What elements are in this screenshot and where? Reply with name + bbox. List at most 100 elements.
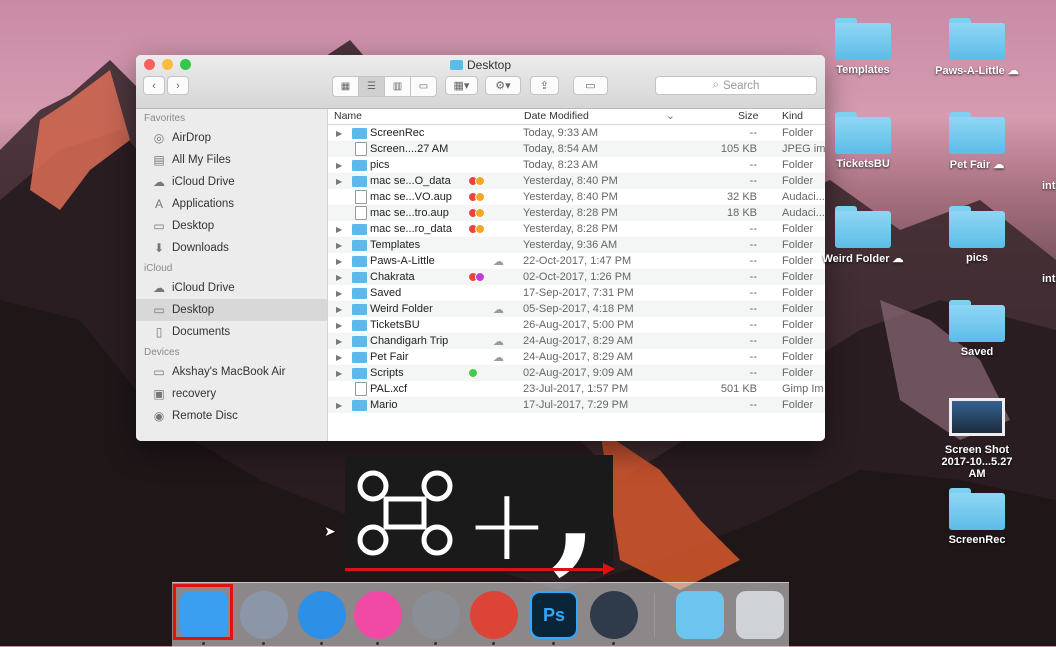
- desktop-item[interactable]: Weird Folder ☁: [818, 206, 908, 265]
- sidebar-item-label: recovery: [172, 388, 217, 400]
- safari-icon[interactable]: [298, 591, 346, 639]
- list-view-icon[interactable]: ☰: [359, 77, 385, 96]
- folder-icon: [352, 127, 367, 139]
- view-mode-control[interactable]: ▦ ☰ ▥ ▭: [332, 76, 437, 97]
- desktop-item[interactable]: TicketsBU: [818, 112, 908, 170]
- desktop-item[interactable]: Screen Shot 2017-10...5.27 AM: [932, 398, 1022, 480]
- disclosure-triangle-icon[interactable]: ▶: [336, 273, 342, 282]
- disclosure-triangle-icon[interactable]: ▶: [336, 353, 342, 362]
- trash-icon[interactable]: [736, 591, 784, 639]
- file-icon: [355, 142, 367, 156]
- disclosure-triangle-icon[interactable]: ▶: [336, 257, 342, 266]
- disclosure-triangle-icon[interactable]: ▶: [336, 129, 342, 138]
- disclosure-triangle-icon[interactable]: ▶: [336, 369, 342, 378]
- disclosure-triangle-icon[interactable]: ▶: [336, 241, 342, 250]
- disclosure-triangle-icon[interactable]: ▶: [336, 305, 342, 314]
- share-button[interactable]: ⇪: [530, 76, 559, 95]
- cloud-download-icon[interactable]: ☁: [493, 335, 504, 348]
- disclosure-triangle-icon[interactable]: ▶: [336, 161, 342, 170]
- file-row[interactable]: ▶ mac se...ro_data Yesterday, 8:28 PM -- Fol…: [328, 221, 825, 237]
- photoshop-icon[interactable]: Ps: [530, 591, 578, 639]
- desktop-item[interactable]: Templates: [818, 18, 908, 76]
- tag-dot-icon: [475, 176, 485, 186]
- cloud-download-icon[interactable]: ☁: [493, 255, 504, 268]
- sidebar-item[interactable]: ▣ recovery: [136, 383, 327, 405]
- coverflow-view-icon[interactable]: ▭: [411, 77, 436, 96]
- action-button[interactable]: ⚙▾: [485, 76, 521, 95]
- sidebar-item[interactable]: ▭ Akshay's MacBook Air: [136, 361, 327, 383]
- sidebar-item[interactable]: ▭ Desktop: [136, 299, 327, 321]
- system-preferences-icon[interactable]: [412, 591, 460, 639]
- file-row[interactable]: ▶ Saved 17-Sep-2017, 7:31 PM -- Folder: [328, 285, 825, 301]
- file-row[interactable]: mac se...tro.aup Yesterday, 8:28 PM 18 KB A…: [328, 205, 825, 221]
- sidebar-item[interactable]: ▯ Documents: [136, 321, 327, 343]
- file-row[interactable]: ▶ pics Today, 8:23 AM -- Folder: [328, 157, 825, 173]
- desktop-item-label: Screen Shot 2017-10...5.27 AM: [932, 444, 1022, 480]
- sidebar-item[interactable]: ◎ AirDrop: [136, 127, 327, 149]
- folder-icon: [835, 18, 891, 60]
- date-column-header[interactable]: Date Modified: [524, 110, 589, 122]
- disclosure-triangle-icon[interactable]: ▶: [336, 321, 342, 330]
- column-view-icon[interactable]: ▥: [385, 77, 411, 96]
- launchpad-icon[interactable]: [240, 591, 288, 639]
- arrange-button[interactable]: ▦▾: [445, 76, 478, 95]
- file-size: --: [749, 239, 757, 251]
- sidebar-item[interactable]: ☁ iCloud Drive: [136, 171, 327, 193]
- file-row[interactable]: ▶ Scripts 02-Aug-2017, 9:09 AM -- Folder: [328, 365, 825, 381]
- desktop-item-partial[interactable]: int: [1042, 180, 1055, 192]
- file-row[interactable]: ▶ Templates Yesterday, 9:36 AM -- Folder: [328, 237, 825, 253]
- chrome-icon[interactable]: [470, 591, 518, 639]
- desktop-item[interactable]: ScreenRec: [932, 488, 1022, 546]
- forward-button[interactable]: ›: [167, 76, 189, 95]
- downloads-folder-icon[interactable]: [676, 591, 724, 639]
- quicktime-icon[interactable]: [590, 591, 638, 639]
- desktop-item[interactable]: Saved: [932, 300, 1022, 358]
- desktop-item-label: ScreenRec: [932, 534, 1022, 546]
- file-row[interactable]: ▶ Paws-A-Little ☁ 22-Oct-2017, 1:47 PM -- Fol…: [328, 253, 825, 269]
- cloud-download-icon[interactable]: ☁: [493, 351, 504, 364]
- size-column-header[interactable]: Size: [738, 110, 758, 122]
- file-row[interactable]: Screen....27 AM Today, 8:54 AM 105 KB JPEG …: [328, 141, 825, 157]
- file-row[interactable]: ▶ Weird Folder ☁ 05-Sep-2017, 4:18 PM -- Fold…: [328, 301, 825, 317]
- name-column-header[interactable]: Name: [334, 110, 362, 122]
- file-date: 02-Aug-2017, 9:09 AM: [523, 367, 634, 379]
- file-row[interactable]: mac se...VO.aup Yesterday, 8:40 PM 32 KB Au…: [328, 189, 825, 205]
- disclosure-triangle-icon[interactable]: ▶: [336, 401, 342, 410]
- file-row[interactable]: ▶ mac se...O_data Yesterday, 8:40 PM -- Fold…: [328, 173, 825, 189]
- back-button[interactable]: ‹: [143, 76, 165, 95]
- file-row[interactable]: ▶ Mario 17-Jul-2017, 7:29 PM -- Folder: [328, 397, 825, 413]
- search-field[interactable]: ⌕ Search: [655, 76, 817, 95]
- file-row[interactable]: PAL.xcf 23-Jul-2017, 1:57 PM 501 KB Gimp Im: [328, 381, 825, 397]
- file-name: Paws-A-Little: [370, 255, 435, 267]
- sidebar-item[interactable]: ⬇ Downloads: [136, 237, 327, 259]
- tags-button[interactable]: ▭: [573, 76, 608, 95]
- icon-view-icon[interactable]: ▦: [333, 77, 359, 96]
- sidebar-item-label: Desktop: [172, 304, 215, 316]
- disclosure-triangle-icon[interactable]: ▶: [336, 177, 342, 186]
- sidebar-item[interactable]: ☁ iCloud Drive: [136, 277, 327, 299]
- desktop-item-partial[interactable]: int: [1042, 273, 1055, 285]
- sidebar-item-label: Akshay's MacBook Air: [172, 366, 286, 378]
- file-row[interactable]: ▶ Pet Fair ☁ 24-Aug-2017, 8:29 AM -- Folder: [328, 349, 825, 365]
- file-date: 17-Jul-2017, 7:29 PM: [523, 399, 629, 411]
- desktop-item[interactable]: Pet Fair ☁: [932, 112, 1022, 171]
- disclosure-triangle-icon[interactable]: ▶: [336, 289, 342, 298]
- sidebar-item[interactable]: ◉ Remote Disc: [136, 405, 327, 427]
- cloud-download-icon[interactable]: ☁: [493, 303, 504, 316]
- file-row[interactable]: ▶ ScreenRec Today, 9:33 AM -- Folder: [328, 125, 825, 141]
- file-row[interactable]: ▶ Chandigarh Trip ☁ 24-Aug-2017, 8:29 AM -- F…: [328, 333, 825, 349]
- itunes-icon[interactable]: [354, 591, 402, 639]
- desktop-item[interactable]: pics: [932, 206, 1022, 264]
- desktop-item[interactable]: Paws-A-Little ☁: [932, 18, 1022, 77]
- file-row[interactable]: ▶ TicketsBU 26-Aug-2017, 5:00 PM -- Folder: [328, 317, 825, 333]
- sidebar-item[interactable]: A Applications: [136, 193, 327, 215]
- sidebar-item[interactable]: ▤ All My Files: [136, 149, 327, 171]
- file-row[interactable]: ▶ Chakrata 02-Oct-2017, 1:26 PM -- Folder: [328, 269, 825, 285]
- sidebar-item[interactable]: ▭ Desktop: [136, 215, 327, 237]
- file-name: Scripts: [370, 367, 404, 379]
- disclosure-triangle-icon[interactable]: ▶: [336, 225, 342, 234]
- disclosure-triangle-icon[interactable]: ▶: [336, 337, 342, 346]
- kind-column-header[interactable]: Kind: [782, 110, 803, 122]
- cloud-icon: ☁: [153, 175, 165, 189]
- desktop-item-label: Templates: [818, 64, 908, 76]
